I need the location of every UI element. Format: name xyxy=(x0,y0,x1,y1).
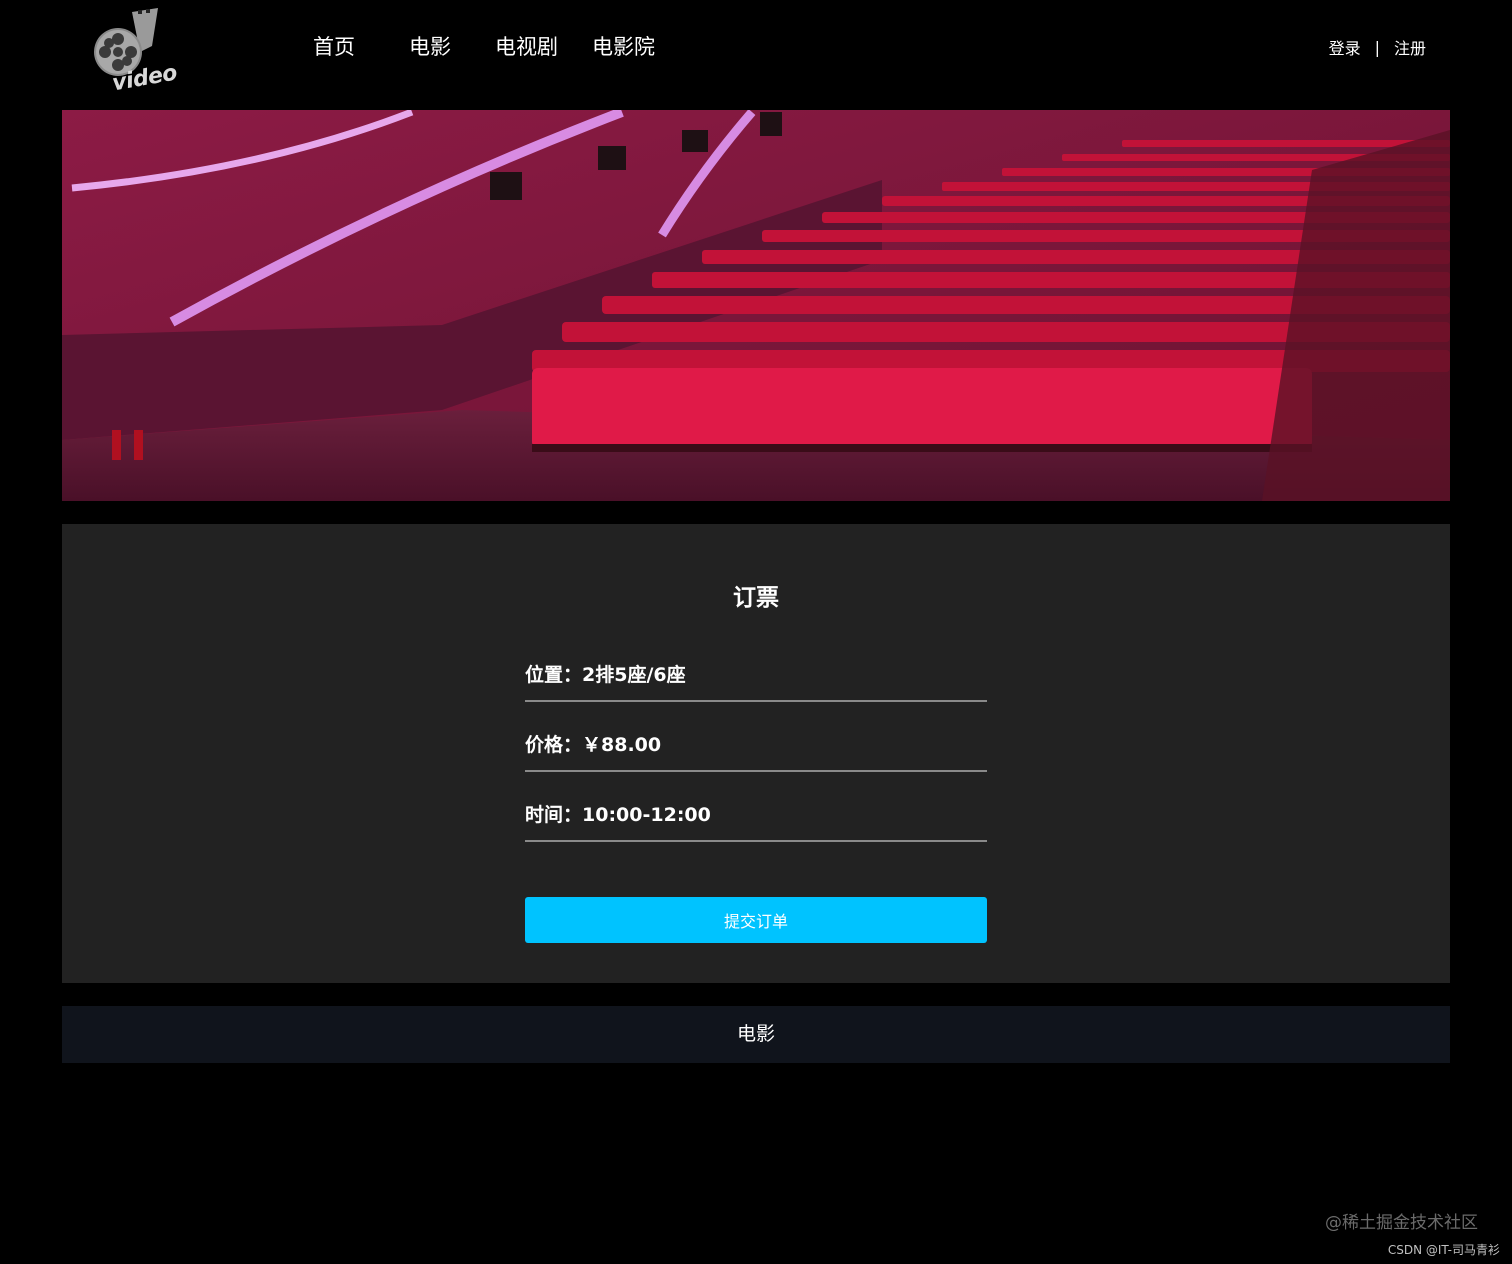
time-row: 时间：10:00-12:00 xyxy=(525,800,987,842)
register-link[interactable]: 注册 xyxy=(1394,35,1426,59)
seat-value: 2排5座/6座 xyxy=(582,664,686,686)
nav-cinemas[interactable]: 电影院 xyxy=(592,30,655,64)
login-link[interactable]: 登录 xyxy=(1329,35,1361,59)
footer: 电影 xyxy=(62,1006,1450,1063)
submit-order-button[interactable]: 提交订单 xyxy=(525,897,987,943)
nav-home[interactable]: 首页 xyxy=(313,30,355,64)
nav-movies[interactable]: 电影 xyxy=(409,30,451,64)
booking-card: 订票 位置：2排5座/6座 价格：￥88.00 时间：10:00-12:00 提… xyxy=(62,524,1450,983)
price-row: 价格：￥88.00 xyxy=(525,730,987,772)
time-label: 时间： xyxy=(525,804,583,826)
main-nav: 首页 电影 电视剧 电影院 xyxy=(313,30,655,64)
time-value: 10:00-12:00 xyxy=(582,804,711,826)
watermark-csdn: CSDN @IT-司马青衫 xyxy=(1387,1243,1500,1257)
price-label: 价格： xyxy=(525,734,583,756)
top-header: video 首页 电影 电视剧 电影院 登录 | 注册 xyxy=(0,0,1512,110)
nav-tv-series[interactable]: 电视剧 xyxy=(495,30,558,64)
page: video 首页 电影 电视剧 电影院 登录 | 注册 订票 位置：2排5座/6… xyxy=(0,0,1512,1264)
booking-title: 订票 xyxy=(733,585,779,611)
auth-separator: | xyxy=(1374,37,1380,57)
seat-row: 位置：2排5座/6座 xyxy=(525,660,987,702)
watermark-juejin: @稀土掘金技术社区 xyxy=(1325,1213,1478,1233)
cinema-banner-image xyxy=(62,110,1450,501)
price-value: ￥88.00 xyxy=(582,734,662,756)
auth-links: 登录 | 注册 xyxy=(1329,35,1426,59)
seat-label: 位置： xyxy=(525,664,583,686)
site-logo[interactable]: video xyxy=(88,6,179,98)
